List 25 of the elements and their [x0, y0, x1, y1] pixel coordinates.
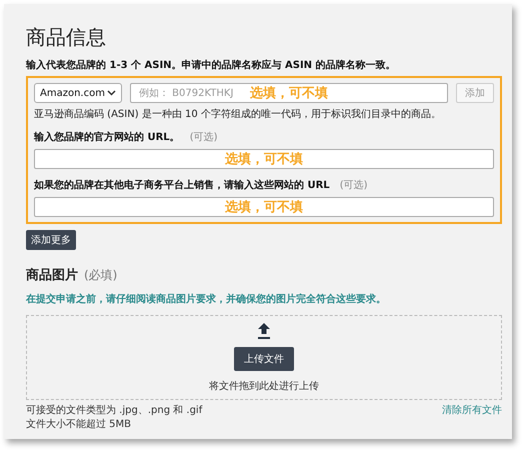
required-label: (必填): [84, 267, 118, 284]
clear-all-link[interactable]: 清除所有文件: [442, 403, 502, 417]
url-field[interactable]: [34, 149, 494, 169]
chevron-down-icon: [107, 90, 116, 96]
annotation-text: 选填，可不填: [225, 199, 303, 216]
upload-button[interactable]: 上传文件: [234, 346, 294, 370]
annotation-text: 选填，可不填: [250, 85, 328, 102]
field-label: 如果您的品牌在其他电子商务平台上销售，请输入这些网站的 URL: [34, 178, 330, 192]
add-more-button[interactable]: 添加更多: [26, 230, 76, 250]
drop-hint: 将文件拖到此处进行上传: [209, 380, 319, 392]
optional-label: (可选): [340, 178, 368, 192]
optional-label: (可选): [190, 130, 218, 144]
url-field[interactable]: [34, 197, 494, 217]
annotation-text: 选填，可不填: [225, 151, 303, 168]
field-label: 输入您品牌的官方网站的 URL。: [34, 130, 180, 144]
images-title: 商品图片: [26, 266, 78, 284]
asin-help-text: 亚马逊商品编码 (ASIN) 是一种由 10 个字符组成的唯一代码，用于标识我们目录中的商品。: [34, 108, 442, 121]
drop-zone[interactable]: 上传文件 将文件拖到此处进行上传: [26, 315, 502, 400]
images-instruction: 在提交申请之前，请仔细阅读商品图片要求，并确保您的图片完全符合这些要求。: [26, 292, 387, 306]
asin-instruction: 输入代表您品牌的 1-3 个 ASIN。申请中的品牌名称应与 ASIN 的品牌名称一致。: [26, 58, 397, 72]
size-limit-text: 文件大小不能超过 5MB: [26, 418, 132, 431]
marketplace-select[interactable]: Amazon.com: [34, 83, 122, 103]
section-title: 商品信息: [26, 24, 107, 51]
accepted-types-text: 可接受的文件类型为 .jpg、.png 和 .gif: [26, 404, 202, 417]
upload-icon: [257, 322, 271, 338]
